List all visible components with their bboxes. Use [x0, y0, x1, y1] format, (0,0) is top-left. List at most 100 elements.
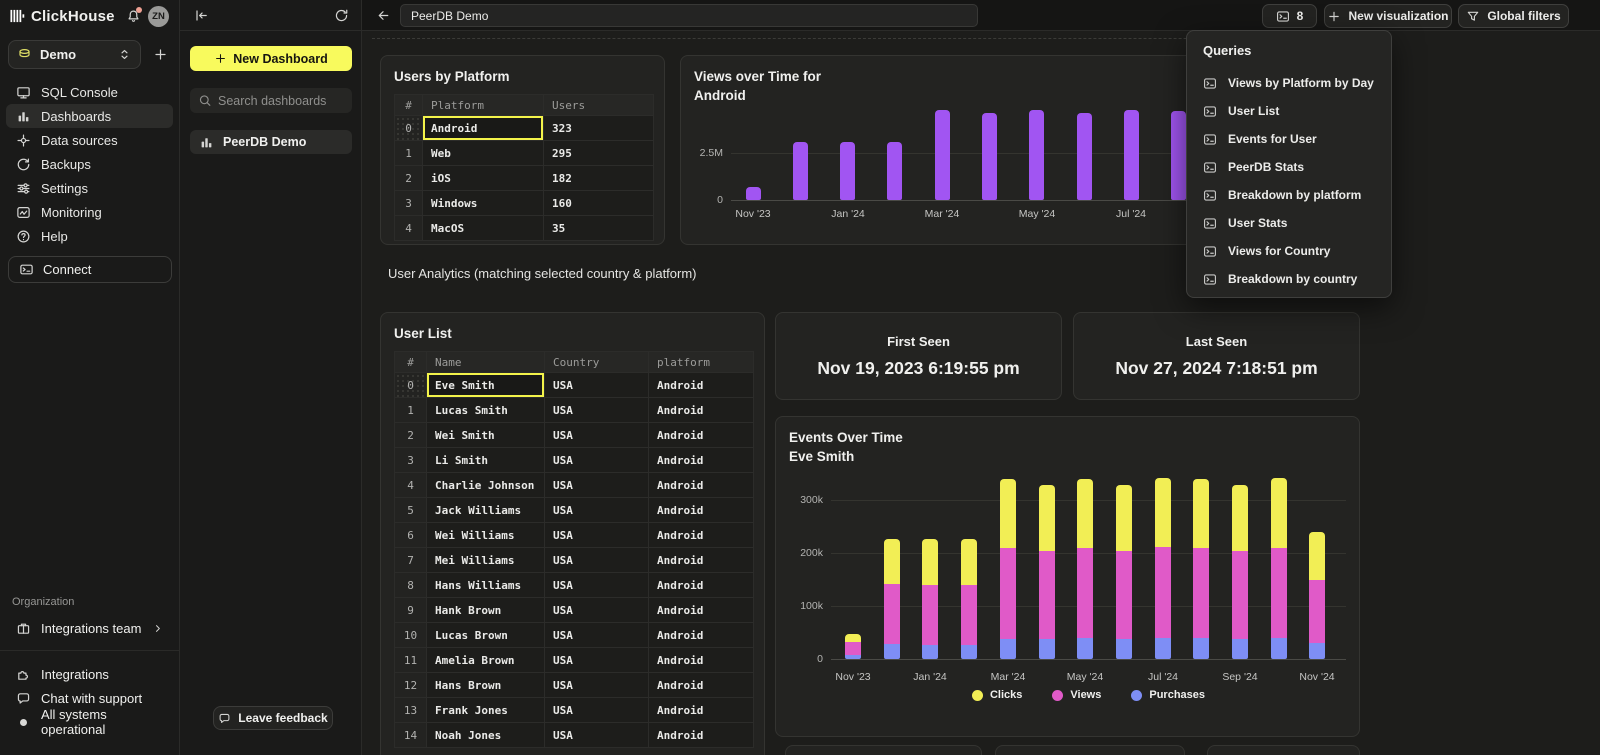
user-list-cell[interactable]: USA	[545, 373, 649, 398]
sidebar-item-sql-console[interactable]: SQL Console	[6, 80, 173, 104]
user-list-cell[interactable]: Android	[649, 623, 754, 648]
users-by-platform-cell[interactable]: 160	[544, 191, 654, 216]
sidebar-item-data-sources[interactable]: Data sources	[6, 128, 173, 152]
users-by-platform-cell[interactable]: 3	[395, 191, 423, 216]
bar-mar-24-views[interactable]	[1000, 548, 1016, 639]
users-by-platform-cell[interactable]: Android	[423, 116, 544, 141]
leave-feedback-button[interactable]: Leave feedback	[213, 706, 333, 730]
bar-jun-24[interactable]	[1077, 113, 1092, 200]
users-by-platform-cell[interactable]: 35	[544, 216, 654, 241]
user-list-cell[interactable]: Eve Smith	[427, 373, 545, 398]
user-list-cell[interactable]: Frank Jones	[427, 698, 545, 723]
bar-oct-24-purchases[interactable]	[1271, 638, 1287, 659]
user-list-cell[interactable]: 8	[395, 573, 427, 598]
workspace-select[interactable]: Demo	[8, 40, 141, 69]
query-item-breakdown-by-country[interactable]: Breakdown by country	[1203, 265, 1383, 293]
dashboard-title-input[interactable]	[400, 4, 978, 27]
legend-item-purchases[interactable]: Purchases	[1131, 689, 1205, 701]
bar-dec-23-clicks[interactable]	[884, 539, 900, 584]
bar-sep-24-views[interactable]	[1232, 551, 1248, 639]
user-list-cell[interactable]: Android	[649, 523, 754, 548]
user-list-cell[interactable]: 10	[395, 623, 427, 648]
user-list-cell[interactable]: Android	[649, 648, 754, 673]
bar-feb-24-clicks[interactable]	[961, 539, 977, 585]
bar-feb-24-purchases[interactable]	[961, 645, 977, 659]
bar-nov-24-clicks[interactable]	[1309, 532, 1325, 580]
users-by-platform-cell[interactable]: iOS	[423, 166, 544, 191]
user-list-cell[interactable]: USA	[545, 673, 649, 698]
user-list-cell[interactable]: Android	[649, 548, 754, 573]
user-list-cell[interactable]: USA	[545, 448, 649, 473]
bar-apr-24-views[interactable]	[1039, 551, 1055, 639]
bar-feb-24[interactable]	[887, 142, 902, 200]
user-list-cell[interactable]: USA	[545, 473, 649, 498]
user-list-cell[interactable]: Android	[649, 673, 754, 698]
users-by-platform-cell[interactable]: 2	[395, 166, 423, 191]
bar-feb-24-views[interactable]	[961, 585, 977, 645]
user-list-cell[interactable]: Android	[649, 698, 754, 723]
dashboard-list-item-peerdb-demo[interactable]: PeerDB Demo	[190, 130, 352, 154]
bar-jul-24[interactable]	[1124, 110, 1139, 200]
bar-dec-23[interactable]	[793, 142, 808, 200]
bar-nov-23-clicks[interactable]	[845, 634, 861, 642]
bar-mar-24-clicks[interactable]	[1000, 479, 1016, 548]
user-list-cell[interactable]: USA	[545, 623, 649, 648]
sidebar-item-integrations[interactable]: Integrations	[6, 662, 173, 686]
notifications-bell-button[interactable]	[124, 7, 142, 25]
user-list-cell[interactable]: Android	[649, 423, 754, 448]
legend-item-clicks[interactable]: Clicks	[972, 689, 1022, 701]
user-list-cell[interactable]: Lucas Smith	[427, 398, 545, 423]
user-list-cell[interactable]: Android	[649, 498, 754, 523]
bar-sep-24-purchases[interactable]	[1232, 639, 1248, 659]
bar-mar-24-purchases[interactable]	[1000, 639, 1016, 659]
bar-nov-24-views[interactable]	[1309, 580, 1325, 643]
add-workspace-button[interactable]	[149, 44, 171, 66]
bar-nov-24-purchases[interactable]	[1309, 643, 1325, 659]
bar-jan-24-purchases[interactable]	[922, 645, 938, 659]
user-list-cell[interactable]: Lucas Brown	[427, 623, 545, 648]
connect-button[interactable]: Connect	[8, 256, 172, 283]
user-list-cell[interactable]: Android	[649, 373, 754, 398]
user-list-cell[interactable]: Mei Williams	[427, 548, 545, 573]
user-list-cell[interactable]: 12	[395, 673, 427, 698]
user-list-cell[interactable]: 11	[395, 648, 427, 673]
query-item-peerdb-stats[interactable]: PeerDB Stats	[1203, 153, 1383, 181]
bar-sep-24-clicks[interactable]	[1232, 485, 1248, 551]
query-item-user-stats[interactable]: User Stats	[1203, 209, 1383, 237]
user-list-cell[interactable]: Jack Williams	[427, 498, 545, 523]
new-dashboard-button[interactable]: New Dashboard	[190, 46, 352, 71]
user-list-cell[interactable]: Android	[649, 473, 754, 498]
users-by-platform-cell[interactable]: 1	[395, 141, 423, 166]
collapse-sidebar-icon[interactable]	[194, 8, 209, 23]
query-item-breakdown-by-platform[interactable]: Breakdown by platform	[1203, 181, 1383, 209]
query-item-views-by-platform-by-day[interactable]: Views by Platform by Day	[1203, 69, 1383, 97]
bar-may-24[interactable]	[1029, 110, 1044, 200]
bar-jul-24-views[interactable]	[1155, 547, 1171, 638]
back-button[interactable]	[376, 8, 391, 23]
bar-jun-24-clicks[interactable]	[1116, 485, 1132, 551]
users-by-platform-cell[interactable]: 323	[544, 116, 654, 141]
user-list-cell[interactable]: 6	[395, 523, 427, 548]
user-list-cell[interactable]: Hank Brown	[427, 598, 545, 623]
query-item-events-for-user[interactable]: Events for User	[1203, 125, 1383, 153]
user-list-cell[interactable]: USA	[545, 648, 649, 673]
sidebar-item-dashboards[interactable]: Dashboards	[6, 104, 173, 128]
user-list-cell[interactable]: USA	[545, 423, 649, 448]
bar-jan-24-views[interactable]	[922, 585, 938, 645]
user-list-cell[interactable]: Li Smith	[427, 448, 545, 473]
bar-apr-24[interactable]	[982, 113, 997, 200]
global-filters-button[interactable]: Global filters	[1458, 4, 1569, 28]
sidebar-item-settings[interactable]: Settings	[6, 176, 173, 200]
bar-aug-24-purchases[interactable]	[1193, 638, 1209, 659]
user-list-cell[interactable]: Android	[649, 598, 754, 623]
bar-nov-23-purchases[interactable]	[845, 655, 861, 659]
user-list-cell[interactable]: Wei Smith	[427, 423, 545, 448]
bar-apr-24-purchases[interactable]	[1039, 639, 1055, 659]
users-by-platform-cell[interactable]: 0	[395, 116, 423, 141]
user-list-cell[interactable]: 0	[395, 373, 427, 398]
bar-jun-24-purchases[interactable]	[1116, 639, 1132, 659]
user-avatar[interactable]: ZN	[148, 6, 169, 27]
sidebar-item-help[interactable]: Help	[6, 224, 173, 248]
users-by-platform-cell[interactable]: Web	[423, 141, 544, 166]
user-list-cell[interactable]: 13	[395, 698, 427, 723]
